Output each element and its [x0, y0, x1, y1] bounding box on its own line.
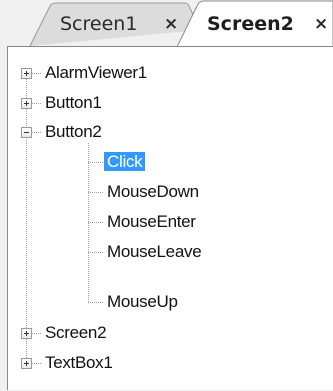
tree-node-mouseleave[interactable]: MouseLeave [107, 239, 202, 265]
tree-node-label: Button2 [45, 122, 102, 141]
tab-screen2-label[interactable]: Screen2 [207, 13, 294, 35]
tab-screen1-close-icon[interactable]: × [164, 14, 178, 34]
tree-node-mousedown[interactable]: MouseDown [107, 179, 199, 205]
tree-node-label: MouseDown [107, 182, 199, 201]
tree-view[interactable]: AlarmViewer1 Button1 Button2 Click Mouse… [7, 46, 333, 390]
tree-node-click[interactable]: Click [104, 149, 146, 175]
tree-node-label: Screen2 [45, 323, 107, 342]
tree-node-mouseup[interactable]: MouseUp [107, 289, 178, 315]
tree-node-label: TextBox1 [45, 353, 113, 372]
tree-node-screen2[interactable]: Screen2 [45, 320, 107, 346]
tree-node-button2[interactable]: Button2 [45, 119, 102, 145]
tab-screen2-close-icon[interactable]: × [314, 14, 328, 34]
collapse-button2-icon[interactable] [21, 127, 32, 138]
tree-node-label: MouseEnter [107, 212, 196, 231]
tree-node-label: MouseUp [107, 292, 178, 311]
expand-textbox1-icon[interactable] [21, 358, 32, 369]
tree-node-mouseenter[interactable]: MouseEnter [107, 209, 196, 235]
expand-screen2-icon[interactable] [21, 328, 32, 339]
tree-node-textbox1[interactable]: TextBox1 [45, 350, 113, 376]
tree-node-label: Click [104, 152, 146, 171]
expand-button1-icon[interactable] [21, 98, 32, 109]
tree-node-button1[interactable]: Button1 [45, 90, 102, 116]
tree-node-label: AlarmViewer1 [45, 63, 147, 82]
tree-node-label: MouseLeave [107, 242, 202, 261]
document-tab-strip: Screen1 × Screen2 × [0, 0, 333, 47]
tab-screen1-label[interactable]: Screen1 [60, 13, 137, 35]
tree-node-alarmviewer1[interactable]: AlarmViewer1 [45, 60, 147, 86]
expand-alarmviewer1-icon[interactable] [21, 68, 32, 79]
tree-node-label: Button1 [45, 93, 102, 112]
